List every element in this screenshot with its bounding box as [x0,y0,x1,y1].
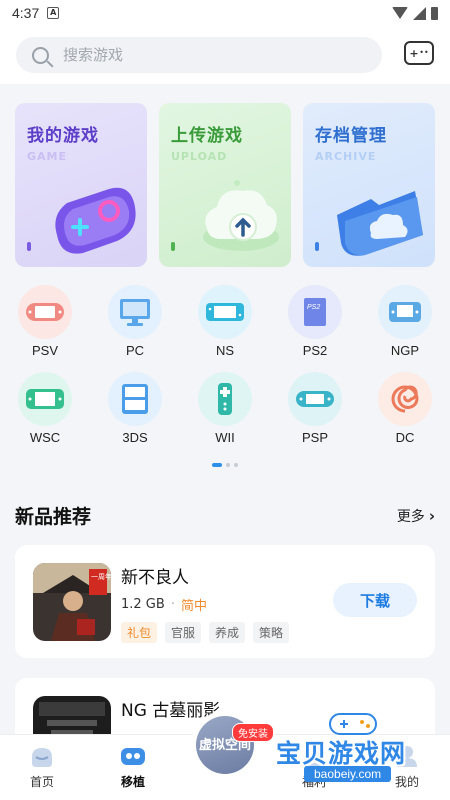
wifi-icon [392,7,408,19]
nav-label: 首页 [29,775,54,789]
profile-icon [397,746,417,767]
platform-pc[interactable]: PC [100,285,170,358]
card-subtitle: GAME [27,150,68,163]
platform-psp[interactable]: PSP [280,372,350,445]
platform-row: PSV PC NS PS2 PS2 NGP [10,285,440,358]
notification-icon: A [47,7,60,19]
card-title: 我的游戏 [27,126,99,146]
wii-remote-icon [218,383,232,415]
upload-cloud-illustration-icon [203,180,279,251]
ngp-icon [389,302,421,322]
game-tag: 官服 [165,622,202,643]
search-icon [32,46,49,64]
status-icons [392,6,438,20]
nav-label: 福利 [301,775,326,789]
game-name: 新不良人 [121,568,189,588]
platform-dc[interactable]: DC [370,372,440,445]
wsc-icon [26,389,64,409]
nav-home[interactable]: 首页 [12,743,72,790]
game-tag: 策略 [253,622,290,643]
platform-psv[interactable]: PSV [10,285,80,358]
search-input[interactable] [63,46,343,64]
platform-label: WSC [29,430,61,445]
card-subtitle: UPLOAD [171,150,228,163]
card-title: 上传游戏 [171,126,243,146]
battery-icon [431,6,438,20]
platform-grid: PSV PC NS PS2 PS2 NGP WSC 3DS WII PSP DC [10,285,440,459]
search-bar[interactable] [16,37,382,73]
platform-label: WII [215,430,235,445]
game-thumbnail: 一周年 [33,563,111,641]
platform-label: PSV [31,343,58,358]
bottom-nav: 首页 移植 虚拟空间 免安装 福利 我的 [0,711,450,800]
gift-icon [304,752,324,767]
game-tag: 礼包 [121,622,158,643]
platform-label: PS2 [302,343,328,358]
signal-icon [413,6,426,20]
platform-pager[interactable] [212,463,238,467]
card-subtitle: ARCHIVE [315,150,377,163]
platform-label: NGP [390,343,420,358]
platform-ngp[interactable]: NGP [370,285,440,358]
search-header: + •• [0,26,450,84]
no-install-badge: 免安装 [232,723,274,742]
feature-cards: 我的游戏 GAME 上传游戏 UPLOAD 存档管理 ARCHIVE [15,103,435,267]
platform-ps2[interactable]: PS2 PS2 [280,285,350,358]
nav-profile[interactable]: 我的 [377,743,437,790]
psv-icon [26,303,64,321]
chevron-right-icon: › [428,506,435,525]
card-upload-game[interactable]: 上传游戏 UPLOAD [159,103,291,267]
port-icon [121,748,145,765]
folder-cloud-illustration-icon [337,191,423,256]
platform-ns[interactable]: NS [190,285,260,358]
more-link[interactable]: 更多 › [397,506,435,526]
3ds-icon [122,384,148,414]
nav-port[interactable]: 移植 [103,743,163,790]
nav-label: 我的 [394,775,419,789]
download-button[interactable]: 下载 [333,583,417,617]
status-time: 4:37 [12,5,40,21]
switch-icon [206,303,244,321]
game-card[interactable]: 一周年 新不良人 1.2 GB · 简中 礼包 官服 养成 策略 下载 [15,545,435,658]
platform-label: PSP [301,430,328,445]
platform-label: NS [215,343,235,358]
status-bar: 4:37 A [0,0,450,26]
game-meta: 1.2 GB · 简中 [121,597,207,614]
platform-wsc[interactable]: WSC [10,372,80,445]
section-title: 新品推荐 [15,506,92,528]
gamepad-icon[interactable]: + •• [404,41,434,65]
platform-label: 3DS [122,430,148,445]
card-title: 存档管理 [315,126,387,146]
card-archive-manage[interactable]: 存档管理 ARCHIVE [303,103,435,267]
nav-label: 移植 [120,775,145,789]
game-tag: 养成 [209,622,246,643]
virtual-space-button[interactable]: 虚拟空间 [191,711,259,779]
home-icon [32,748,52,767]
game-size: 1.2 GB [121,597,165,612]
platform-row: WSC 3DS WII PSP DC [10,372,440,445]
platform-label: PC [125,343,145,358]
svg-text:一周年: 一周年 [91,572,111,581]
section-new-games-header: 新品推荐 更多 › [15,502,435,529]
svg-text:PS2: PS2 [307,304,320,311]
monitor-icon [120,299,150,326]
ps2-icon: PS2 [304,298,326,326]
platform-wii[interactable]: WII [190,372,260,445]
nav-welfare[interactable]: 福利 [284,743,344,790]
dreamcast-icon [391,385,419,413]
game-tags: 礼包 官服 养成 策略 [121,622,290,643]
gamepad-illustration-icon [55,187,136,254]
game-language: 简中 [180,599,207,614]
platform-3ds[interactable]: 3DS [100,372,170,445]
platform-label: DC [395,430,415,445]
card-my-games[interactable]: 我的游戏 GAME [15,103,147,267]
psp-icon [296,391,334,407]
